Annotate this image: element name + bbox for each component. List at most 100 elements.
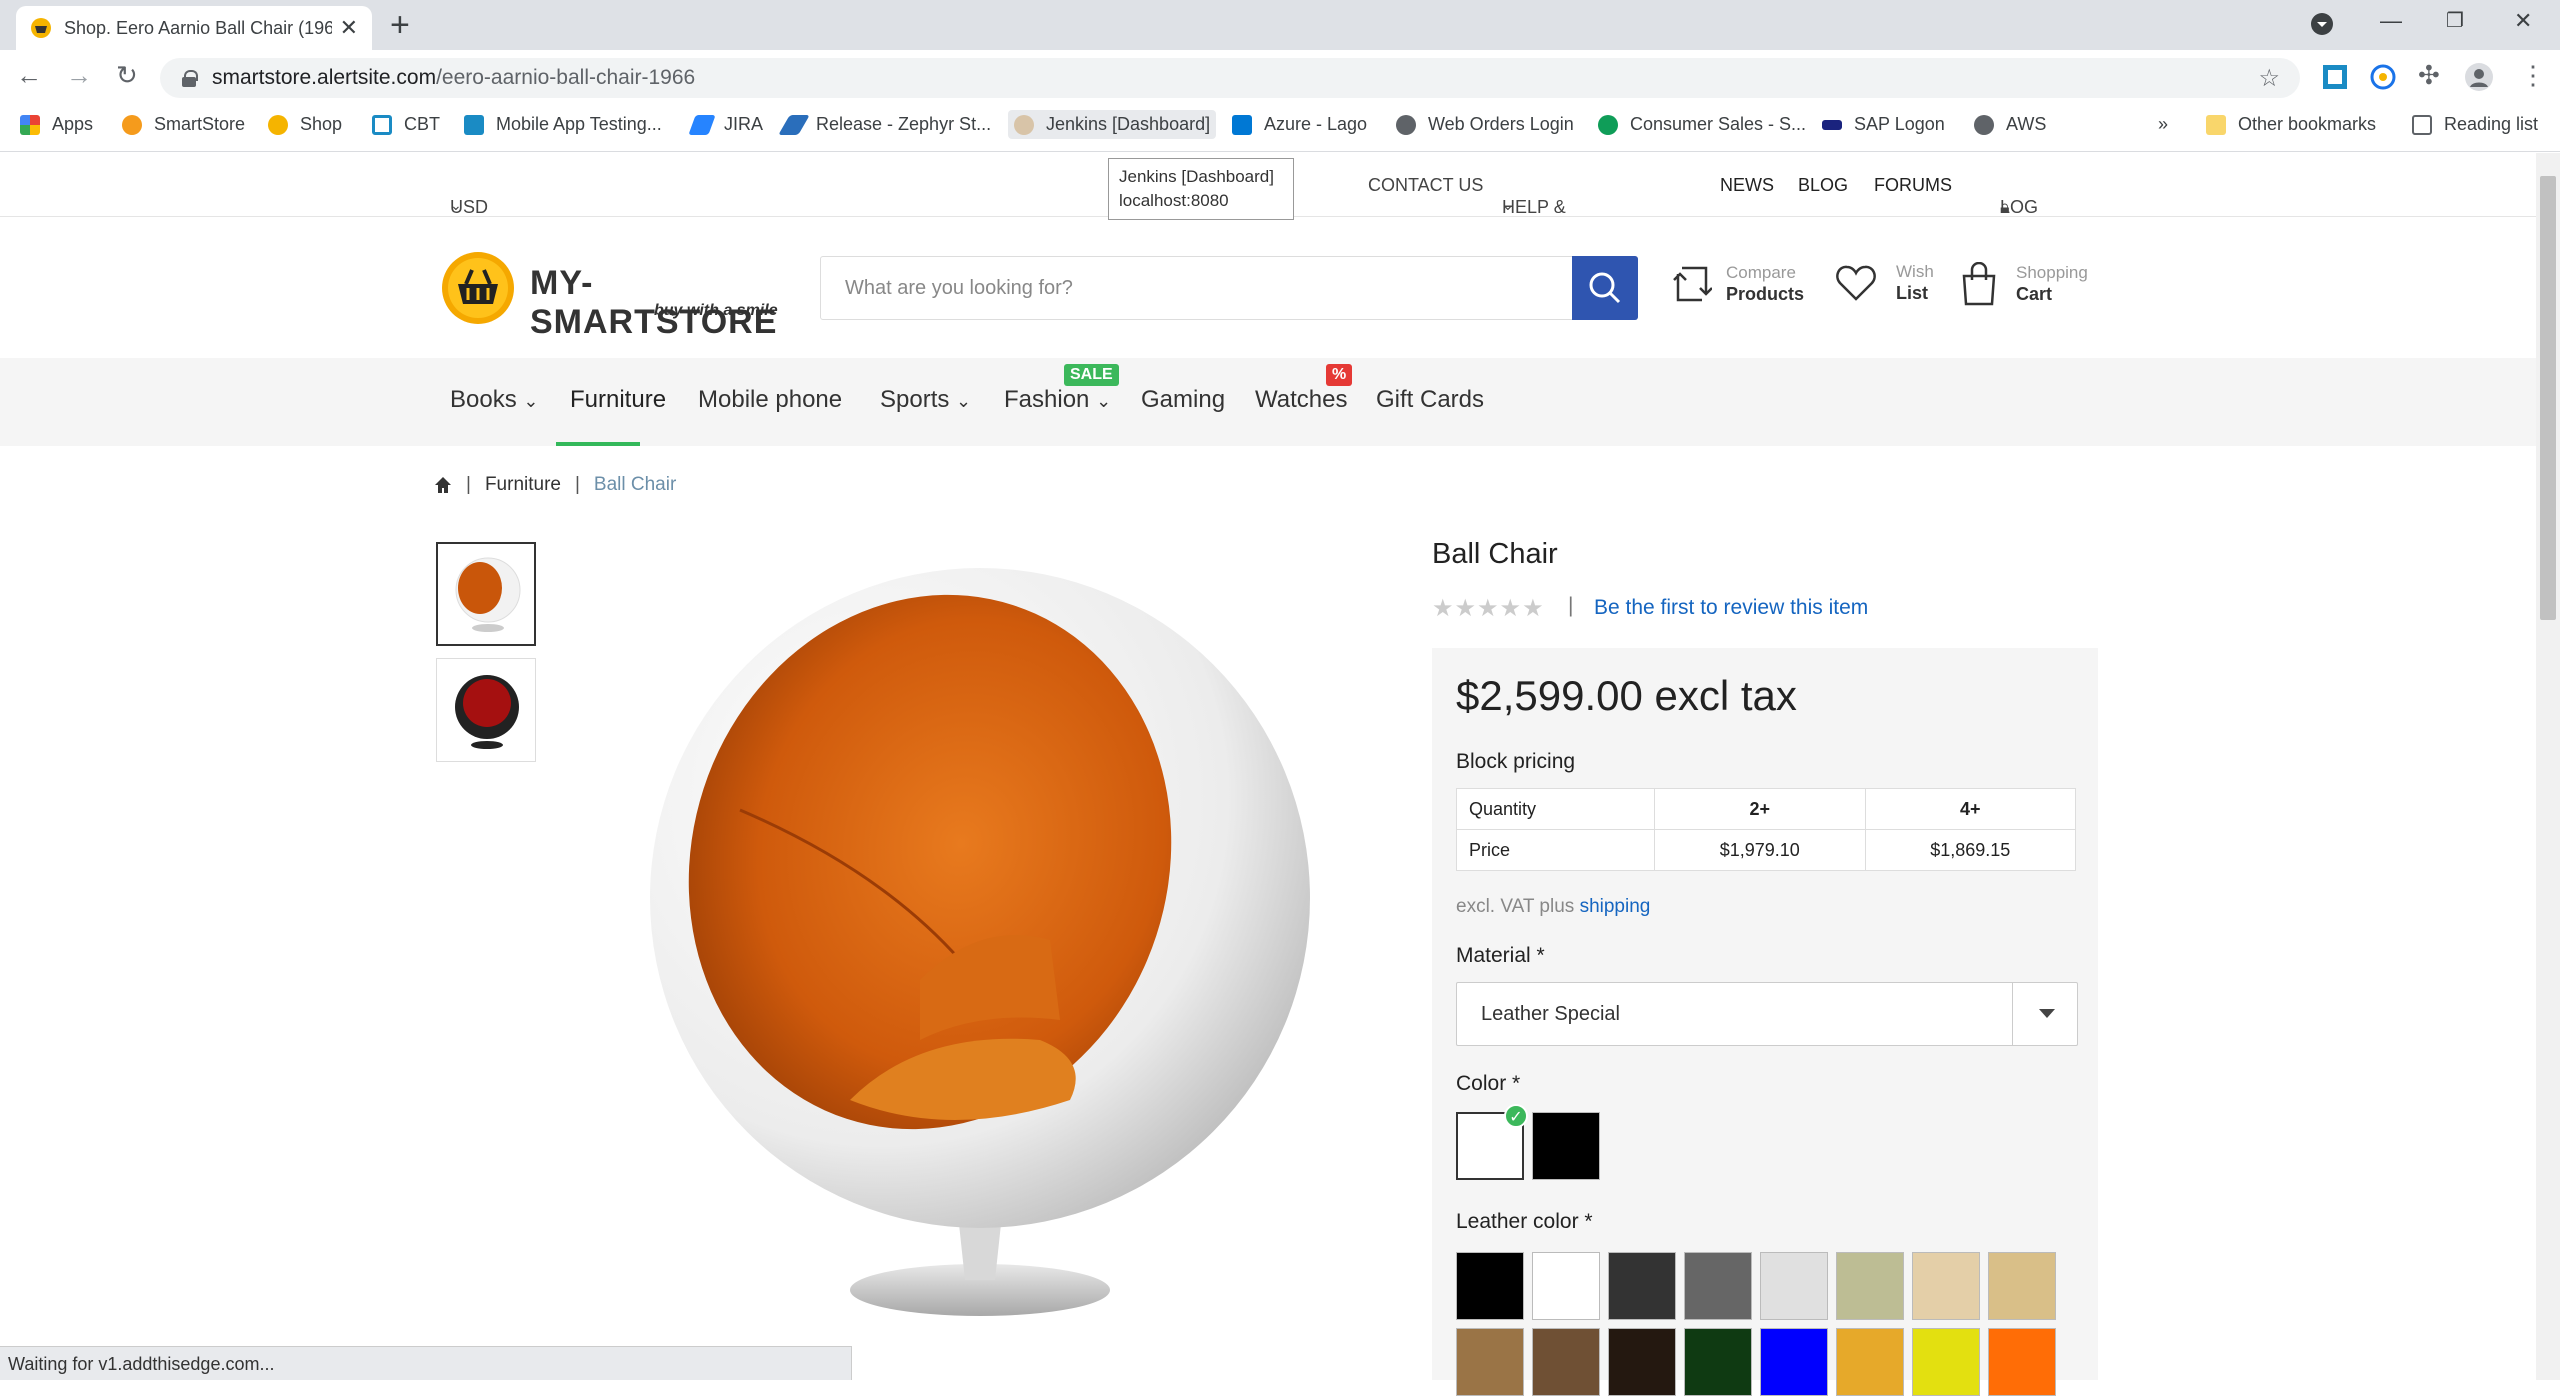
chevron-down-icon: ⌄ (1096, 391, 1112, 411)
leather-color-swatch[interactable] (1608, 1328, 1676, 1396)
bookmark-release-zephyr[interactable]: Release - Zephyr St... (778, 114, 991, 135)
leather-color-swatch[interactable] (1532, 1328, 1600, 1396)
leather-color-swatch[interactable] (1456, 1252, 1524, 1320)
leather-color-swatch[interactable] (1684, 1252, 1752, 1320)
thumbnail-black-chair[interactable] (436, 658, 536, 762)
forums-link[interactable]: FORUMS (1874, 175, 1952, 196)
nav-furniture[interactable]: Furniture (570, 386, 666, 414)
bookmarks-bar: Apps SmartStore Shop CBT Mobile App Test… (0, 104, 2560, 152)
nav-gaming[interactable]: Gaming (1141, 386, 1225, 414)
blog-link[interactable]: BLOG (1798, 175, 1848, 196)
leather-color-swatch[interactable] (1760, 1328, 1828, 1396)
other-bookmarks[interactable]: Other bookmarks (2206, 114, 2376, 135)
jenkins-icon (1014, 114, 1034, 135)
extension-2-icon[interactable] (2370, 64, 2396, 90)
bookmark-sap-logon[interactable]: SAP Logon (1822, 114, 1945, 135)
leather-color-swatch[interactable] (1836, 1252, 1904, 1320)
site-header: MY-SMARTSTORE buy with a smile ComparePr… (0, 218, 2536, 358)
price-panel: $2,599.00 excl tax Block pricing Quantit… (1432, 648, 2098, 1396)
address-bar[interactable]: smartstore.alertsite.com/eero-aarnio-bal… (160, 58, 2300, 98)
leather-color-swatch[interactable] (1988, 1252, 2056, 1320)
bookmark-star-icon[interactable]: ☆ (2258, 64, 2280, 93)
leather-color-swatch[interactable] (1988, 1328, 2056, 1396)
search-button[interactable] (1572, 256, 1638, 320)
search-input[interactable] (821, 257, 1573, 319)
thumbnail-white-chair[interactable] (436, 542, 536, 646)
bookmark-azure-lago[interactable]: Azure - Lago (1232, 114, 1367, 135)
logo-tagline: buy with a smile (654, 302, 778, 319)
bookmark-jenkins[interactable]: Jenkins [Dashboard] (1008, 110, 1217, 139)
ball-chair-white-thumbnail (455, 557, 521, 632)
nav-watches[interactable]: Watches (1255, 386, 1347, 414)
new-tab-button[interactable]: + (390, 8, 410, 42)
leather-color-swatch[interactable] (1912, 1328, 1980, 1396)
product-main-image[interactable] (620, 540, 1340, 1340)
shopping-bag-icon (1962, 262, 1996, 306)
profile-avatar-icon[interactable] (2464, 62, 2494, 92)
material-selected-value: Leather Special (1481, 1003, 1620, 1025)
leather-color-swatch[interactable] (1912, 1252, 1980, 1320)
window-close-icon[interactable]: ✕ (2514, 8, 2532, 34)
bookmark-web-orders-login[interactable]: Web Orders Login (1396, 114, 1574, 135)
profile-dropdown-icon[interactable] (2310, 12, 2334, 36)
first-review-link[interactable]: Be the first to review this item (1594, 596, 1868, 620)
back-icon[interactable]: ← (16, 60, 42, 91)
reload-icon[interactable]: ↻ (116, 60, 138, 91)
browser-tab[interactable]: Shop. Eero Aarnio Ball Chair (196 ✕ (16, 6, 372, 50)
bookmark-jira[interactable]: JIRA (688, 114, 763, 135)
leather-color-swatch[interactable] (1532, 1252, 1600, 1320)
color-swatch[interactable]: ✓ (1456, 1104, 1528, 1180)
material-select[interactable]: Leather Special (1456, 982, 2078, 1046)
shipping-link[interactable]: shipping (1580, 896, 1651, 917)
leather-color-swatch[interactable] (1608, 1252, 1676, 1320)
leather-color-swatch[interactable] (1760, 1252, 1828, 1320)
wish-list-link[interactable]: Wish List (1834, 262, 1934, 304)
bookmark-mobile-app-testing[interactable]: Mobile App Testing... (464, 114, 662, 135)
nav-books[interactable]: Books ⌄ (450, 386, 538, 414)
nav-mobile-phone[interactable]: Mobile phone (698, 386, 842, 414)
minimize-icon[interactable]: — (2380, 8, 2402, 34)
category-nav: Books ⌄ Furniture Mobile phone Sports ⌄ … (0, 358, 2536, 446)
product-title: Ball Chair (1432, 538, 1558, 570)
table-row: Price $1,979.10 $1,869.15 (1456, 829, 2076, 871)
status-bar: Waiting for v1.addthisedge.com... (0, 1346, 852, 1380)
reading-list[interactable]: Reading list (2412, 114, 2538, 135)
compare-products-link[interactable]: Compare Products (1672, 262, 1804, 306)
block-pricing-title: Block pricing (1456, 750, 1576, 773)
color-swatch[interactable] (1532, 1112, 1600, 1180)
nav-gift-cards[interactable]: Gift Cards (1376, 386, 1484, 414)
leather-color-swatch[interactable] (1684, 1328, 1752, 1396)
extensions-puzzle-icon[interactable]: ✣ (2418, 60, 2440, 91)
news-link[interactable]: NEWS (1720, 175, 1774, 196)
leather-color-swatch[interactable] (1456, 1328, 1524, 1396)
cbt-icon (372, 114, 392, 135)
nav-fashion[interactable]: Fashion ⌄ (1004, 386, 1111, 414)
bookmark-cbt[interactable]: CBT (372, 114, 440, 135)
scrollbar-thumb[interactable] (2540, 176, 2556, 620)
bookmark-shop[interactable]: Shop (268, 114, 342, 135)
azure-icon (1232, 114, 1252, 135)
bookmark-aws[interactable]: AWS (1974, 114, 2046, 135)
bookmarks-overflow-button[interactable]: » (2158, 114, 2168, 135)
bookmark-consumer-sales[interactable]: Consumer Sales - S... (1598, 114, 1806, 135)
chevron-down-icon: ⌄ (523, 391, 539, 411)
active-nav-indicator (556, 442, 640, 446)
close-tab-icon[interactable]: ✕ (340, 15, 358, 41)
contact-us-link[interactable]: CONTACT US (1368, 175, 1483, 196)
nav-sports[interactable]: Sports ⌄ (880, 386, 971, 414)
bookmark-apps[interactable]: Apps (20, 114, 93, 135)
leather-color-swatch[interactable] (1836, 1328, 1904, 1396)
restore-icon[interactable]: ❐ (2446, 8, 2464, 33)
lock-icon (182, 70, 198, 87)
store-logo[interactable]: MY-SMARTSTORE buy with a smile (440, 250, 800, 341)
menu-kebab-icon[interactable]: ⋮ (2520, 60, 2546, 91)
home-icon[interactable] (434, 476, 452, 494)
chevron-down-icon: ⌄ (1502, 197, 1514, 213)
shopping-cart-link[interactable]: Shopping Cart (1960, 262, 2088, 306)
rating-stars: ★★★★★ (1432, 595, 1545, 622)
breadcrumb: | Furniture | Ball Chair (434, 474, 676, 496)
extension-icon[interactable] (2322, 64, 2348, 90)
bookmark-smartstore[interactable]: SmartStore (122, 114, 245, 135)
forward-icon[interactable]: → (66, 60, 92, 91)
breadcrumb-furniture[interactable]: Furniture (485, 474, 561, 496)
